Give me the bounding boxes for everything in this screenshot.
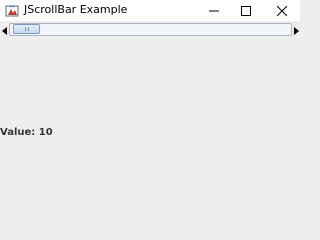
chevron-left-icon (1, 20, 8, 39)
close-icon (277, 5, 287, 16)
horizontal-scrollbar[interactable] (0, 22, 300, 36)
minimize-icon (209, 6, 219, 16)
app-window: JScrollBar Example Value: 10 (0, 0, 300, 228)
grip-icon (25, 27, 29, 31)
java-app-icon (5, 3, 19, 17)
value-label: Value: 10 (0, 127, 53, 138)
maximize-icon (241, 5, 251, 16)
minimize-button[interactable] (198, 0, 230, 21)
scrollbar-thumb[interactable] (13, 24, 40, 34)
maximize-button[interactable] (230, 0, 262, 21)
scroll-right-button[interactable] (291, 22, 300, 36)
scrollbar-track[interactable] (9, 23, 292, 36)
window-title: JScrollBar Example (24, 3, 128, 16)
close-button[interactable] (266, 0, 298, 21)
chevron-right-icon (293, 20, 299, 39)
content-pane: Value: 10 (0, 21, 300, 228)
scroll-left-button[interactable] (0, 22, 9, 36)
title-bar[interactable]: JScrollBar Example (0, 0, 300, 21)
